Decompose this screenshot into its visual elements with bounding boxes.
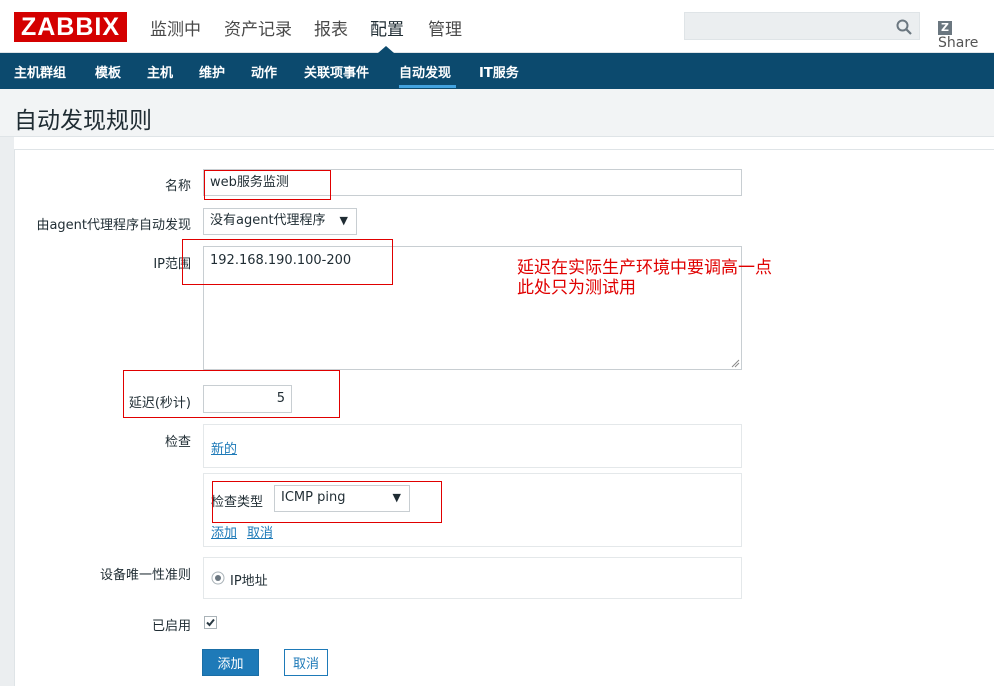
top-bar: ZABBIX 监测中 资产记录 报表 配置 管理 ZShare [0,0,994,53]
menu-configuration[interactable]: 配置 [370,15,404,40]
checks-label: 检查 [164,435,191,450]
active-subnav-underline [399,85,456,88]
cancel-check-link[interactable]: 取消 [247,522,273,541]
add-check-link[interactable]: 添加 [211,522,237,541]
menu-monitoring[interactable]: 监测中 [150,15,201,40]
zabbix-logo[interactable]: ZABBIX [14,12,127,42]
subnav-actions[interactable]: 动作 [251,62,277,81]
checks-list-panel: 新的 [203,424,742,468]
search-input[interactable] [684,12,920,40]
search-icon[interactable] [895,18,913,36]
subnav-maintenance[interactable]: 维护 [199,62,225,81]
red-annotation-note: 延迟在实际生产环境中要调高一点 此处只为测试用 [517,258,772,298]
uniqueness-label: 设备唯一性准则 [99,568,191,583]
annotation-line-2: 此处只为测试用 [517,278,636,298]
uniqueness-panel: IP地址 [203,557,742,599]
subnav-discovery[interactable]: 自动发现 [399,62,451,81]
enabled-checkbox[interactable] [204,616,217,629]
delay-highlight-box [123,370,340,418]
menu-administration[interactable]: 管理 [428,15,462,40]
subnav-it-services[interactable]: IT服务 [479,62,519,81]
menu-inventory[interactable]: 资产记录 [224,15,292,40]
left-gutter [0,137,14,686]
name-label: 名称 [164,179,191,194]
new-check-link[interactable]: 新的 [211,438,237,457]
proxy-selected-value: 没有agent代理程序 [210,213,326,228]
page-title: 自动发现规则 [14,108,152,134]
subnav-templates[interactable]: 模板 [95,62,121,81]
active-menu-caret [378,46,394,53]
proxy-label: 由agent代理程序自动发现 [36,218,191,233]
share-link[interactable]: ZShare [938,18,994,51]
share-label: Share [938,35,979,51]
ip-range-highlight-box [182,239,393,285]
sub-navigation: 主机群组 模板 主机 维护 动作 关联项事件 自动发现 IT服务 [0,53,994,89]
menu-reports[interactable]: 报表 [314,15,348,40]
dropdown-arrow-icon: ▼ [339,214,348,227]
enabled-label: 已启用 [151,619,191,634]
add-button[interactable]: 添加 [202,649,259,676]
annotation-line-1: 延迟在实际生产环境中要调高一点 [517,258,772,278]
uniqueness-ip-option[interactable]: IP地址 [230,570,268,589]
check-type-highlight-box [212,481,442,523]
share-icon: Z [938,21,952,35]
proxy-select[interactable]: 没有agent代理程序 ▼ [203,208,357,235]
subnav-event-correlation[interactable]: 关联项事件 [304,62,369,81]
page-header: 自动发现规则 [0,89,994,137]
radio-selected-icon[interactable] [211,571,225,585]
name-highlight-box [204,170,331,200]
discovery-rule-form: 名称 web服务监测 由agent代理程序自动发现 没有agent代理程序 ▼ … [14,149,994,686]
resize-handle-icon[interactable] [731,359,740,368]
cancel-button[interactable]: 取消 [284,649,328,676]
subnav-host-groups[interactable]: 主机群组 [14,62,66,81]
subnav-hosts[interactable]: 主机 [147,62,173,81]
